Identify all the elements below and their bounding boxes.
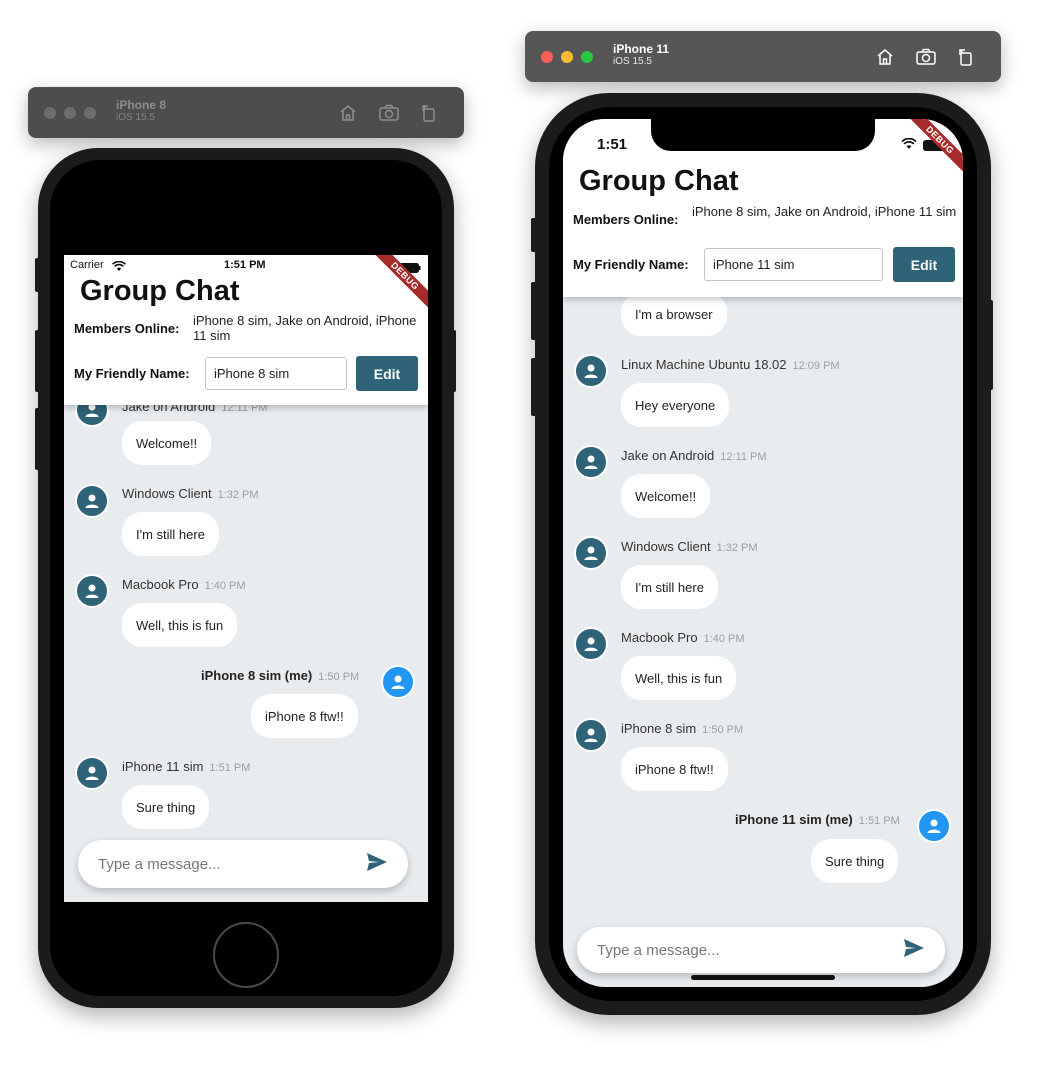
friendly-name-input[interactable]: iPhone 11 sim xyxy=(704,248,883,281)
camera-icon[interactable] xyxy=(378,103,400,123)
message-bubble: Well, this is fun xyxy=(621,656,737,700)
notch xyxy=(651,119,875,151)
edit-button[interactable]: Edit xyxy=(893,247,955,282)
camera-icon[interactable] xyxy=(915,47,937,67)
person-icon xyxy=(574,627,608,661)
message-bubble: Sure thing xyxy=(122,785,210,829)
message-sender: iPhone 8 sim 1:50 PM xyxy=(621,721,744,736)
page-title: Group Chat xyxy=(579,165,739,197)
person-icon xyxy=(75,756,109,790)
simulator-toolbar xyxy=(875,31,975,82)
person-icon xyxy=(75,484,109,518)
members-online-label: Members Online: xyxy=(573,212,679,227)
message-sender: iPhone 11 sim (me) 1:51 PM xyxy=(735,812,900,827)
friendly-name-input[interactable]: iPhone 8 sim xyxy=(205,357,347,390)
simulator-title: iPhone 11 iOS 15.5 xyxy=(613,42,669,68)
person-icon xyxy=(574,536,608,570)
carrier-label: Carrier xyxy=(70,259,104,271)
members-online-list: iPhone 8 sim, Jake on Android, iPhone 11… xyxy=(692,204,957,219)
message-bubble: Hey everyone xyxy=(621,383,730,427)
window-controls xyxy=(44,106,96,119)
message-sender: Windows Client 1:32 PM xyxy=(122,486,259,501)
chat-header: 1:51 DEBUG Group Chat Members Online: iP… xyxy=(563,119,963,297)
zoom-window-button[interactable] xyxy=(581,50,593,63)
simulator-toolbar xyxy=(338,87,438,138)
message-bubble: I'm still here xyxy=(621,565,718,609)
friendly-name-label: My Friendly Name: xyxy=(74,366,190,381)
message-bubble: I'm still here xyxy=(122,512,219,556)
send-icon[interactable] xyxy=(366,852,388,876)
message-bubble: Well, this is fun xyxy=(122,603,238,647)
message-sender: Linux Machine Ubuntu 18.02 12:09 PM xyxy=(621,357,840,372)
home-indicator[interactable] xyxy=(691,975,835,980)
iphone8-screen: Carrier 1:51 PM DEBUG Group Chat Members… xyxy=(64,255,428,902)
rotate-icon[interactable] xyxy=(957,47,975,67)
members-online-label: Members Online: xyxy=(74,321,180,336)
home-button[interactable] xyxy=(213,922,279,988)
rotate-icon[interactable] xyxy=(420,103,438,123)
message-bubble: Sure thing xyxy=(811,839,899,883)
message-bubble: Welcome!! xyxy=(621,474,711,518)
message-sender: Jake on Android 12:11 PM xyxy=(621,448,767,463)
message-sender: Macbook Pro 1:40 PM xyxy=(122,577,246,592)
home-icon[interactable] xyxy=(338,103,358,123)
os-version: iOS 15.5 xyxy=(116,112,155,123)
person-icon xyxy=(574,718,608,752)
chat-header: Carrier 1:51 PM DEBUG Group Chat Members… xyxy=(64,255,428,405)
message-bubble: iPhone 8 ftw!! xyxy=(621,747,728,791)
page-title: Group Chat xyxy=(80,275,240,307)
close-window-button[interactable] xyxy=(44,106,56,119)
status-time: 1:51 PM xyxy=(224,259,266,271)
message-bubble: Welcome!! xyxy=(122,421,212,465)
minimize-window-button[interactable] xyxy=(561,50,573,63)
home-icon[interactable] xyxy=(875,47,895,67)
person-icon xyxy=(574,445,608,479)
message-composer[interactable]: Type a message... xyxy=(577,927,945,973)
message-bubble: iPhone 8 ftw!! xyxy=(251,694,358,738)
status-time: 1:51 xyxy=(597,136,628,153)
zoom-window-button[interactable] xyxy=(84,106,96,119)
send-icon[interactable] xyxy=(903,938,925,962)
message-sender: iPhone 11 sim 1:51 PM xyxy=(122,759,251,774)
person-icon xyxy=(75,574,109,608)
message-sender: Windows Client 1:32 PM xyxy=(621,539,758,554)
message-sender: iPhone 8 sim (me) 1:50 PM xyxy=(201,668,360,683)
close-window-button[interactable] xyxy=(541,50,553,63)
os-version: iOS 15.5 xyxy=(613,56,652,67)
message-composer[interactable]: Type a message... xyxy=(78,840,408,888)
simulator-titlebar-iphone11[interactable]: iPhone 11 iOS 15.5 xyxy=(525,31,1001,82)
device-name: iPhone 8 xyxy=(116,98,167,112)
person-icon xyxy=(381,665,415,699)
window-controls xyxy=(541,50,593,63)
device-name: iPhone 11 xyxy=(613,42,670,56)
simulator-titlebar-iphone8[interactable]: iPhone 8 iOS 15.5 xyxy=(28,87,464,138)
minimize-window-button[interactable] xyxy=(64,106,76,119)
message-sender: Macbook Pro 1:40 PM xyxy=(621,630,745,645)
edit-button[interactable]: Edit xyxy=(356,356,418,391)
friendly-name-label: My Friendly Name: xyxy=(573,257,689,272)
debug-banner: DEBUG xyxy=(893,119,963,189)
simulator-title: iPhone 8 iOS 15.5 xyxy=(116,98,166,124)
message-input[interactable]: Type a message... xyxy=(597,942,903,959)
iphone11-screen: 1:51 DEBUG Group Chat Members Online: iP… xyxy=(563,119,963,987)
message-input[interactable]: Type a message... xyxy=(98,856,366,873)
message-bubble: I'm a browser xyxy=(621,292,727,336)
person-icon xyxy=(917,809,951,843)
person-icon xyxy=(574,354,608,388)
debug-banner: DEBUG xyxy=(358,255,428,325)
